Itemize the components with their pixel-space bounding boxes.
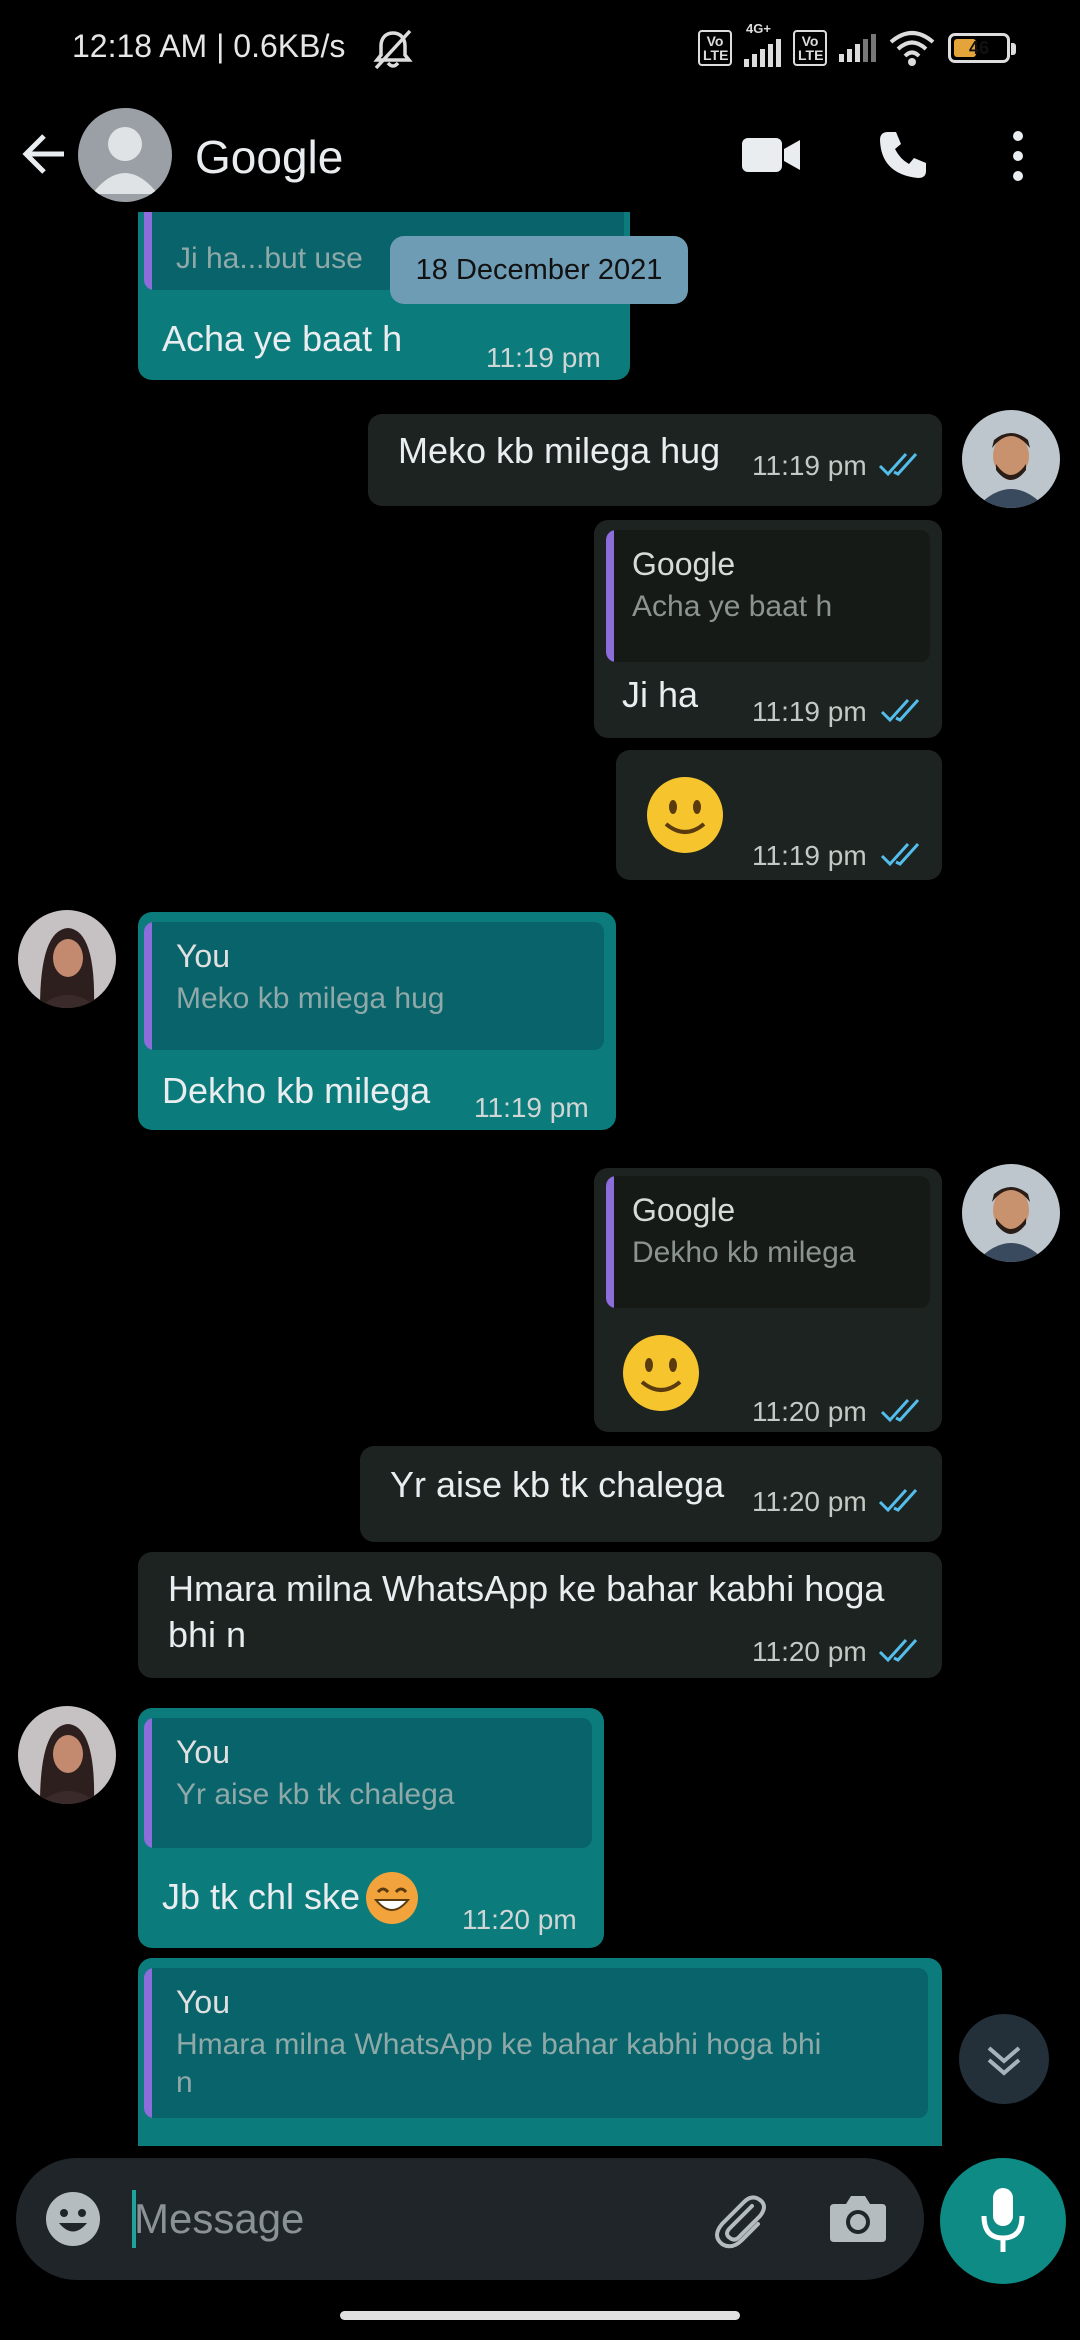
message-bubble[interactable]: You Hmara milna WhatsApp ke bahar kabhi …: [138, 1958, 942, 2146]
message-time: 11:19 pm: [752, 450, 867, 481]
message-time: 11:19 pm: [752, 696, 867, 727]
sender-avatar[interactable]: [962, 1164, 1060, 1262]
sender-avatar[interactable]: [18, 910, 116, 1008]
quote-sender: You: [176, 938, 230, 974]
message-text-line-1: Hmara milna WhatsApp ke bahar kabhi hoga: [168, 1568, 885, 1609]
more-options-icon[interactable]: [1006, 128, 1030, 184]
voice-message-button[interactable]: [940, 2158, 1066, 2284]
contact-avatar[interactable]: [78, 108, 172, 202]
volte-badge-2: Vo LTE: [793, 30, 827, 66]
quote-text-line-2: n: [176, 2066, 193, 2099]
sender-avatar[interactable]: [18, 1706, 116, 1804]
scroll-to-bottom-button[interactable]: [959, 2014, 1049, 2104]
status-icons: Vo LTE 4G+ Vo LTE 46: [698, 21, 1016, 70]
sender-avatar[interactable]: [962, 410, 1060, 508]
status-time-speed: 12:18 AM | 0.6KB/s: [72, 28, 346, 64]
message-text: Jb tk chl ske: [162, 1876, 361, 1917]
quoted-message[interactable]: You Meko kb milega hug: [144, 922, 604, 1050]
emoji-icon[interactable]: [42, 2188, 104, 2250]
wifi-icon: [889, 31, 935, 66]
man-photo-icon: [962, 410, 1060, 508]
camera-icon[interactable]: [828, 2190, 888, 2246]
quoted-message[interactable]: Google Dekho kb milega: [606, 1176, 930, 1308]
default-person-icon: [92, 127, 158, 194]
read-ticks-icon: [880, 842, 920, 867]
message-text: Yr aise kb tk chalega: [390, 1464, 725, 1505]
quote-bar: [606, 1176, 614, 1308]
smiley-emoji-icon: [623, 1335, 699, 1411]
quote-sender: Google: [632, 1192, 736, 1228]
network-type: 4G+: [746, 21, 771, 36]
volte-badge: Vo LTE: [698, 30, 732, 66]
message-time: 11:19 pm: [752, 840, 867, 871]
quote-sender: Google: [632, 546, 736, 582]
microphone-icon: [981, 2188, 1025, 2252]
signal-2-icon: [839, 34, 876, 62]
quote-text: Dekho kb milega: [632, 1236, 856, 1269]
grinning-emoji-icon: [366, 1872, 418, 1924]
message-composer: [16, 2158, 924, 2280]
quoted-message[interactable]: You Hmara milna WhatsApp ke bahar kabhi …: [144, 1968, 928, 2118]
quote-bar: [144, 922, 152, 1050]
smiley-emoji-icon: [647, 777, 723, 853]
double-chevron-down-icon: [987, 2046, 1021, 2076]
quote-text: Acha ye baat h: [632, 590, 833, 623]
date-chip: 18 December 2021: [390, 236, 688, 304]
message-time: 11:20 pm: [752, 1486, 867, 1517]
message-time: 11:19 pm: [474, 1092, 589, 1123]
message-time: 11:19 pm: [486, 342, 601, 373]
quote-sender: You: [176, 1734, 230, 1770]
message-time: 11:20 pm: [752, 1396, 867, 1427]
quote-text-line-1: Hmara milna WhatsApp ke bahar kabhi hoga…: [176, 2028, 822, 2061]
status-bar: 12:18 AM | 0.6KB/s Vo LTE 4G+ Vo LTE 46: [0, 0, 1080, 100]
message-text: Ji ha: [622, 674, 699, 715]
message-bubble[interactable]: You Meko kb milega hug Dekho kb milega 1…: [138, 912, 616, 1130]
woman-photo-icon: [18, 1706, 116, 1804]
quote-bar: [144, 1718, 152, 1848]
read-ticks-icon: [878, 452, 918, 477]
home-indicator[interactable]: [340, 2311, 740, 2320]
message-bubble[interactable]: 11:19 pm: [616, 750, 942, 880]
read-ticks-icon: [880, 1398, 920, 1423]
quote-bar: [144, 1968, 152, 2118]
quote-text: Yr aise kb tk chalega: [176, 1778, 455, 1811]
message-input[interactable]: [134, 2188, 694, 2250]
message-time: 11:20 pm: [752, 1636, 867, 1667]
read-ticks-icon: [880, 698, 920, 723]
battery-level: 46: [968, 38, 990, 58]
quote-text: Ji ha...but use: [176, 242, 363, 275]
message-bubble[interactable]: Google Acha ye baat h Ji ha 11:19 pm: [594, 520, 942, 738]
read-ticks-icon: [878, 1638, 918, 1663]
message-bubble[interactable]: Meko kb milega hug 11:19 pm: [368, 414, 942, 506]
message-bubble[interactable]: Hmara milna WhatsApp ke bahar kabhi hoga…: [138, 1552, 942, 1678]
quote-sender: You: [176, 1984, 230, 2020]
message-time: 11:20 pm: [462, 1904, 577, 1935]
voice-call-icon[interactable]: [876, 128, 930, 182]
quoted-message[interactable]: You Yr aise kb tk chalega: [144, 1718, 592, 1848]
read-ticks-icon: [878, 1488, 918, 1513]
message-bubble[interactable]: You Yr aise kb tk chalega Jb tk chl ske …: [138, 1708, 604, 1948]
contact-name[interactable]: Google: [195, 130, 343, 184]
message-text-line-2: bhi n: [168, 1614, 247, 1655]
video-call-icon[interactable]: [740, 134, 802, 176]
quoted-message[interactable]: Google Acha ye baat h: [606, 530, 930, 662]
quote-bar: [144, 212, 152, 290]
message-bubble[interactable]: Yr aise kb tk chalega 11:20 pm: [360, 1446, 942, 1542]
signal-1-icon: 4G+: [744, 21, 781, 67]
man-photo-icon: [962, 1164, 1060, 1262]
quote-bar: [606, 530, 614, 662]
woman-photo-icon: [18, 910, 116, 1008]
message-text: Meko kb milega hug: [398, 430, 721, 471]
message-text: Dekho kb milega: [162, 1070, 431, 1111]
attach-icon[interactable]: [708, 2188, 772, 2252]
battery-icon: 46: [948, 33, 1016, 63]
back-arrow-icon[interactable]: [18, 128, 70, 180]
muted-bell-icon: [373, 29, 413, 70]
message-bubble[interactable]: Google Dekho kb milega 11:20 pm: [594, 1168, 942, 1432]
chat-header: Google: [0, 100, 1080, 210]
quote-text: Meko kb milega hug: [176, 982, 445, 1015]
message-text: Acha ye baat h: [162, 318, 403, 359]
